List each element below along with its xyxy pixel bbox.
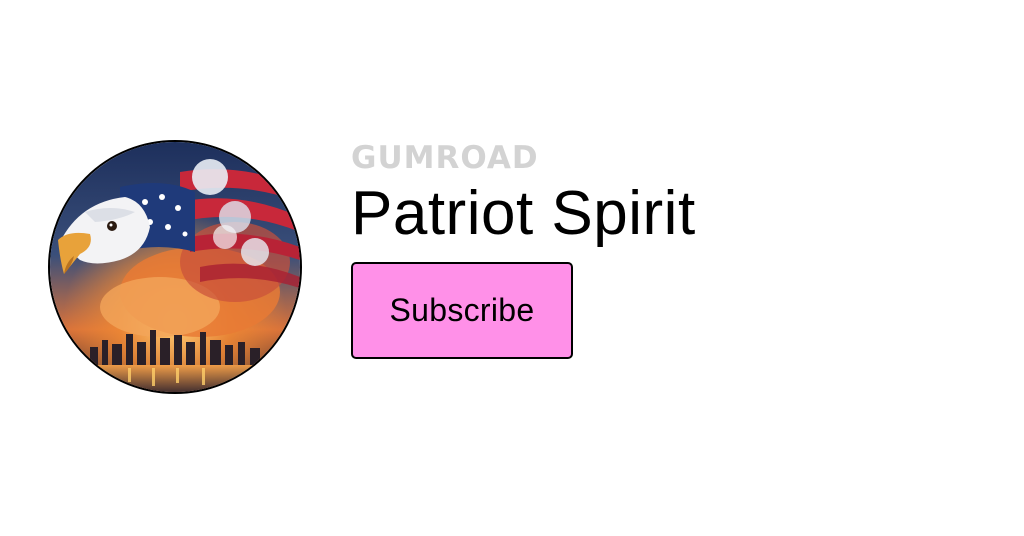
avatar xyxy=(48,140,302,394)
profile-info: GUMROAD Patriot Spirit Subscribe xyxy=(351,140,696,360)
subscribe-button-label: Subscribe xyxy=(389,292,535,329)
gumroad-logo: GUMROAD xyxy=(351,142,539,174)
gumroad-logo-text: GUMROAD xyxy=(351,139,539,176)
subscribe-button[interactable]: Subscribe xyxy=(351,262,573,360)
eagle-flag-avatar-icon xyxy=(50,142,300,392)
profile-card: GUMROAD Patriot Spirit Subscribe xyxy=(48,140,696,394)
page-title: Patriot Spirit xyxy=(351,179,696,248)
